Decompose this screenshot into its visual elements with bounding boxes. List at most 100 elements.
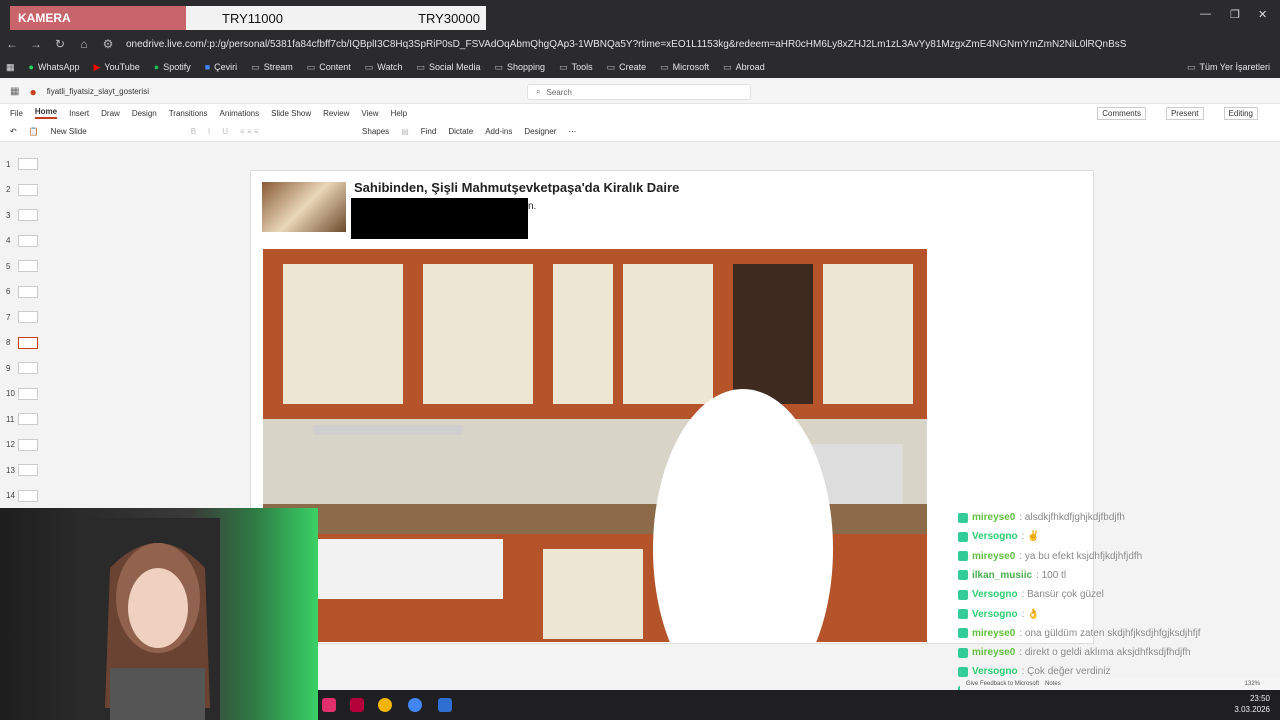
bookmark-folder-tools[interactable]: ▭ Tools (559, 62, 593, 73)
addins-button[interactable]: Add-ins (485, 127, 512, 136)
tab-review[interactable]: Review (323, 109, 349, 118)
slide-thumbnail[interactable]: 4 (6, 231, 54, 251)
slide-thumbnail[interactable]: 2 (6, 180, 54, 200)
undo-icon[interactable]: ↶ (10, 127, 17, 136)
folder-icon: ▭ (1186, 61, 1196, 72)
bookmark-ceviri[interactable]: ■ Çeviri (205, 62, 237, 72)
bookmark-folder-shopping[interactable]: ▭ Shopping (495, 62, 546, 73)
minimize-icon[interactable]: — (1200, 8, 1211, 20)
chat-badge-icon (958, 570, 968, 581)
slide-thumbnail[interactable]: 1 (6, 154, 54, 174)
comments-button[interactable]: Comments (1097, 106, 1146, 120)
spotify-icon: ● (153, 62, 160, 72)
slide-thumbnail[interactable]: 8 (6, 333, 54, 353)
bookmark-label: WhatsApp (37, 62, 80, 72)
all-bookmarks[interactable]: ▭ Tüm Yer İşaretleri (1187, 62, 1270, 73)
arrange-icon[interactable]: ▤ (401, 127, 409, 136)
designer-button[interactable]: Designer (524, 127, 556, 136)
tiktok-icon[interactable] (322, 698, 336, 712)
app-icon[interactable] (438, 698, 452, 712)
notes-button[interactable]: Notes (1045, 681, 1061, 687)
slide-title[interactable]: Sahibinden, Şişli Mahmutşevketpaşa'da Ki… (354, 180, 679, 195)
paragraph-controls[interactable]: ≡ ≡ ≡ (240, 127, 350, 136)
file-name[interactable]: fiyatli_fiyatsiz_slayt_gosterisi (47, 87, 149, 96)
editing-button[interactable]: Editing (1223, 106, 1258, 120)
chat-username: Versogno (972, 608, 1018, 620)
slide-thumbnail[interactable]: 11 (6, 409, 54, 429)
bookmark-youtube[interactable]: ▶ YouTube (93, 62, 139, 73)
paste-icon[interactable]: 📋 (29, 127, 39, 136)
tab-transitions[interactable]: Transitions (169, 109, 208, 118)
app-icon[interactable] (350, 698, 364, 712)
forward-icon[interactable]: → (24, 37, 48, 51)
chat-message: mireyse0: ya bu efekt ksjdhfjkdjhfjdfh (958, 551, 1142, 562)
apps-icon[interactable]: ▦ (6, 62, 15, 73)
chat-badge-icon (958, 628, 968, 639)
underline-icon[interactable]: U (222, 127, 228, 136)
chrome-icon[interactable] (378, 698, 392, 712)
back-icon[interactable]: ← (0, 37, 24, 51)
chat-username: mireyse0 (972, 647, 1016, 659)
find-button[interactable]: Find (421, 127, 437, 136)
tab-insert[interactable]: Insert (69, 109, 89, 118)
slide-number: 9 (6, 363, 11, 373)
tab-view[interactable]: View (361, 109, 378, 118)
bookmark-folder-content[interactable]: ▭ Content (307, 62, 351, 73)
bookmarks-bar: ▦ ● WhatsApp ▶ YouTube ● Spotify ■ Çeviri ▭ S… (0, 56, 1280, 78)
search-input[interactable]: ⌕ Search (527, 84, 751, 100)
slide-thumbnail[interactable]: 13 (6, 460, 54, 480)
slide-number: 3 (6, 210, 11, 220)
slide-preview (18, 489, 38, 502)
more-options-icon[interactable]: ⋯ (568, 127, 576, 136)
tab-slide-show[interactable]: Slide Show (271, 109, 311, 118)
bookmark-folder-microsoft[interactable]: ▭ Microsoft (660, 62, 709, 73)
bold-icon[interactable]: B (191, 127, 196, 136)
slide-thumbnail[interactable]: 12 (6, 435, 54, 455)
kitchen-photo[interactable] (263, 249, 927, 642)
tab-help[interactable]: Help (391, 109, 407, 118)
shapes-button[interactable]: Shapes (362, 127, 389, 136)
zoom-level[interactable]: 132% (1245, 681, 1260, 687)
folder-icon: ▭ (494, 61, 504, 72)
site-info-icon[interactable]: ⚙ (96, 37, 120, 51)
new-slide-button[interactable]: New Slide (51, 127, 87, 136)
slide-thumbnail[interactable]: 9 (6, 358, 54, 378)
redaction-box (351, 198, 528, 239)
url-field[interactable]: onedrive.live.com/:p:/g/personal/5381fa8… (126, 39, 1126, 50)
bookmark-folder-stream[interactable]: ▭ Stream (251, 62, 293, 73)
italic-icon[interactable]: I (208, 127, 210, 136)
slide-thumbnail[interactable]: 6 (6, 282, 54, 302)
chat-badge-icon (958, 647, 968, 658)
tab-animations[interactable]: Animations (220, 109, 260, 118)
home-icon[interactable]: ⌂ (72, 37, 96, 51)
present-button[interactable]: Present (1165, 106, 1204, 120)
bookmark-whatsapp[interactable]: ● WhatsApp (29, 62, 80, 72)
youtube-icon: ▶ (93, 61, 101, 72)
app-launcher-icon[interactable]: ▦ (10, 86, 19, 97)
reload-icon[interactable]: ↻ (48, 37, 72, 51)
chrome-icon[interactable] (408, 698, 422, 712)
tab-design[interactable]: Design (132, 109, 157, 118)
slide-thumbnail[interactable]: 5 (6, 256, 54, 276)
bookmark-folder-create[interactable]: ▭ Create (607, 62, 647, 73)
close-icon[interactable]: ✕ (1258, 8, 1267, 21)
chat-text: : ya bu efekt ksjdhfjkdjhfjdfh (1019, 550, 1143, 562)
slide-thumbnail[interactable]: 3 (6, 205, 54, 225)
folder-icon: ▭ (606, 61, 616, 72)
slide-thumbnail[interactable]: 7 (6, 307, 54, 327)
tab-file[interactable]: File (10, 109, 23, 118)
bookmark-folder-watch[interactable]: ▭ Watch (365, 62, 403, 73)
tab-home[interactable]: Home (34, 107, 58, 119)
slide-thumbnail[interactable]: 10 (6, 384, 54, 404)
bookmark-folder-abroad[interactable]: ▭ Abroad (723, 62, 765, 73)
translate-icon: ■ (204, 62, 211, 72)
feedback-link[interactable]: Give Feedback to Microsoft (966, 681, 1039, 687)
bookmark-folder-social[interactable]: ▭ Social Media (416, 62, 480, 73)
bookmark-spotify[interactable]: ● Spotify (154, 62, 191, 72)
slide-thumbnail[interactable]: 14 (6, 486, 54, 506)
bookmark-label: Spotify (163, 62, 191, 72)
maximize-icon[interactable]: ❐ (1230, 8, 1240, 21)
dictate-button[interactable]: Dictate (448, 127, 473, 136)
bookmark-label: Content (319, 62, 351, 72)
tab-draw[interactable]: Draw (101, 109, 120, 118)
